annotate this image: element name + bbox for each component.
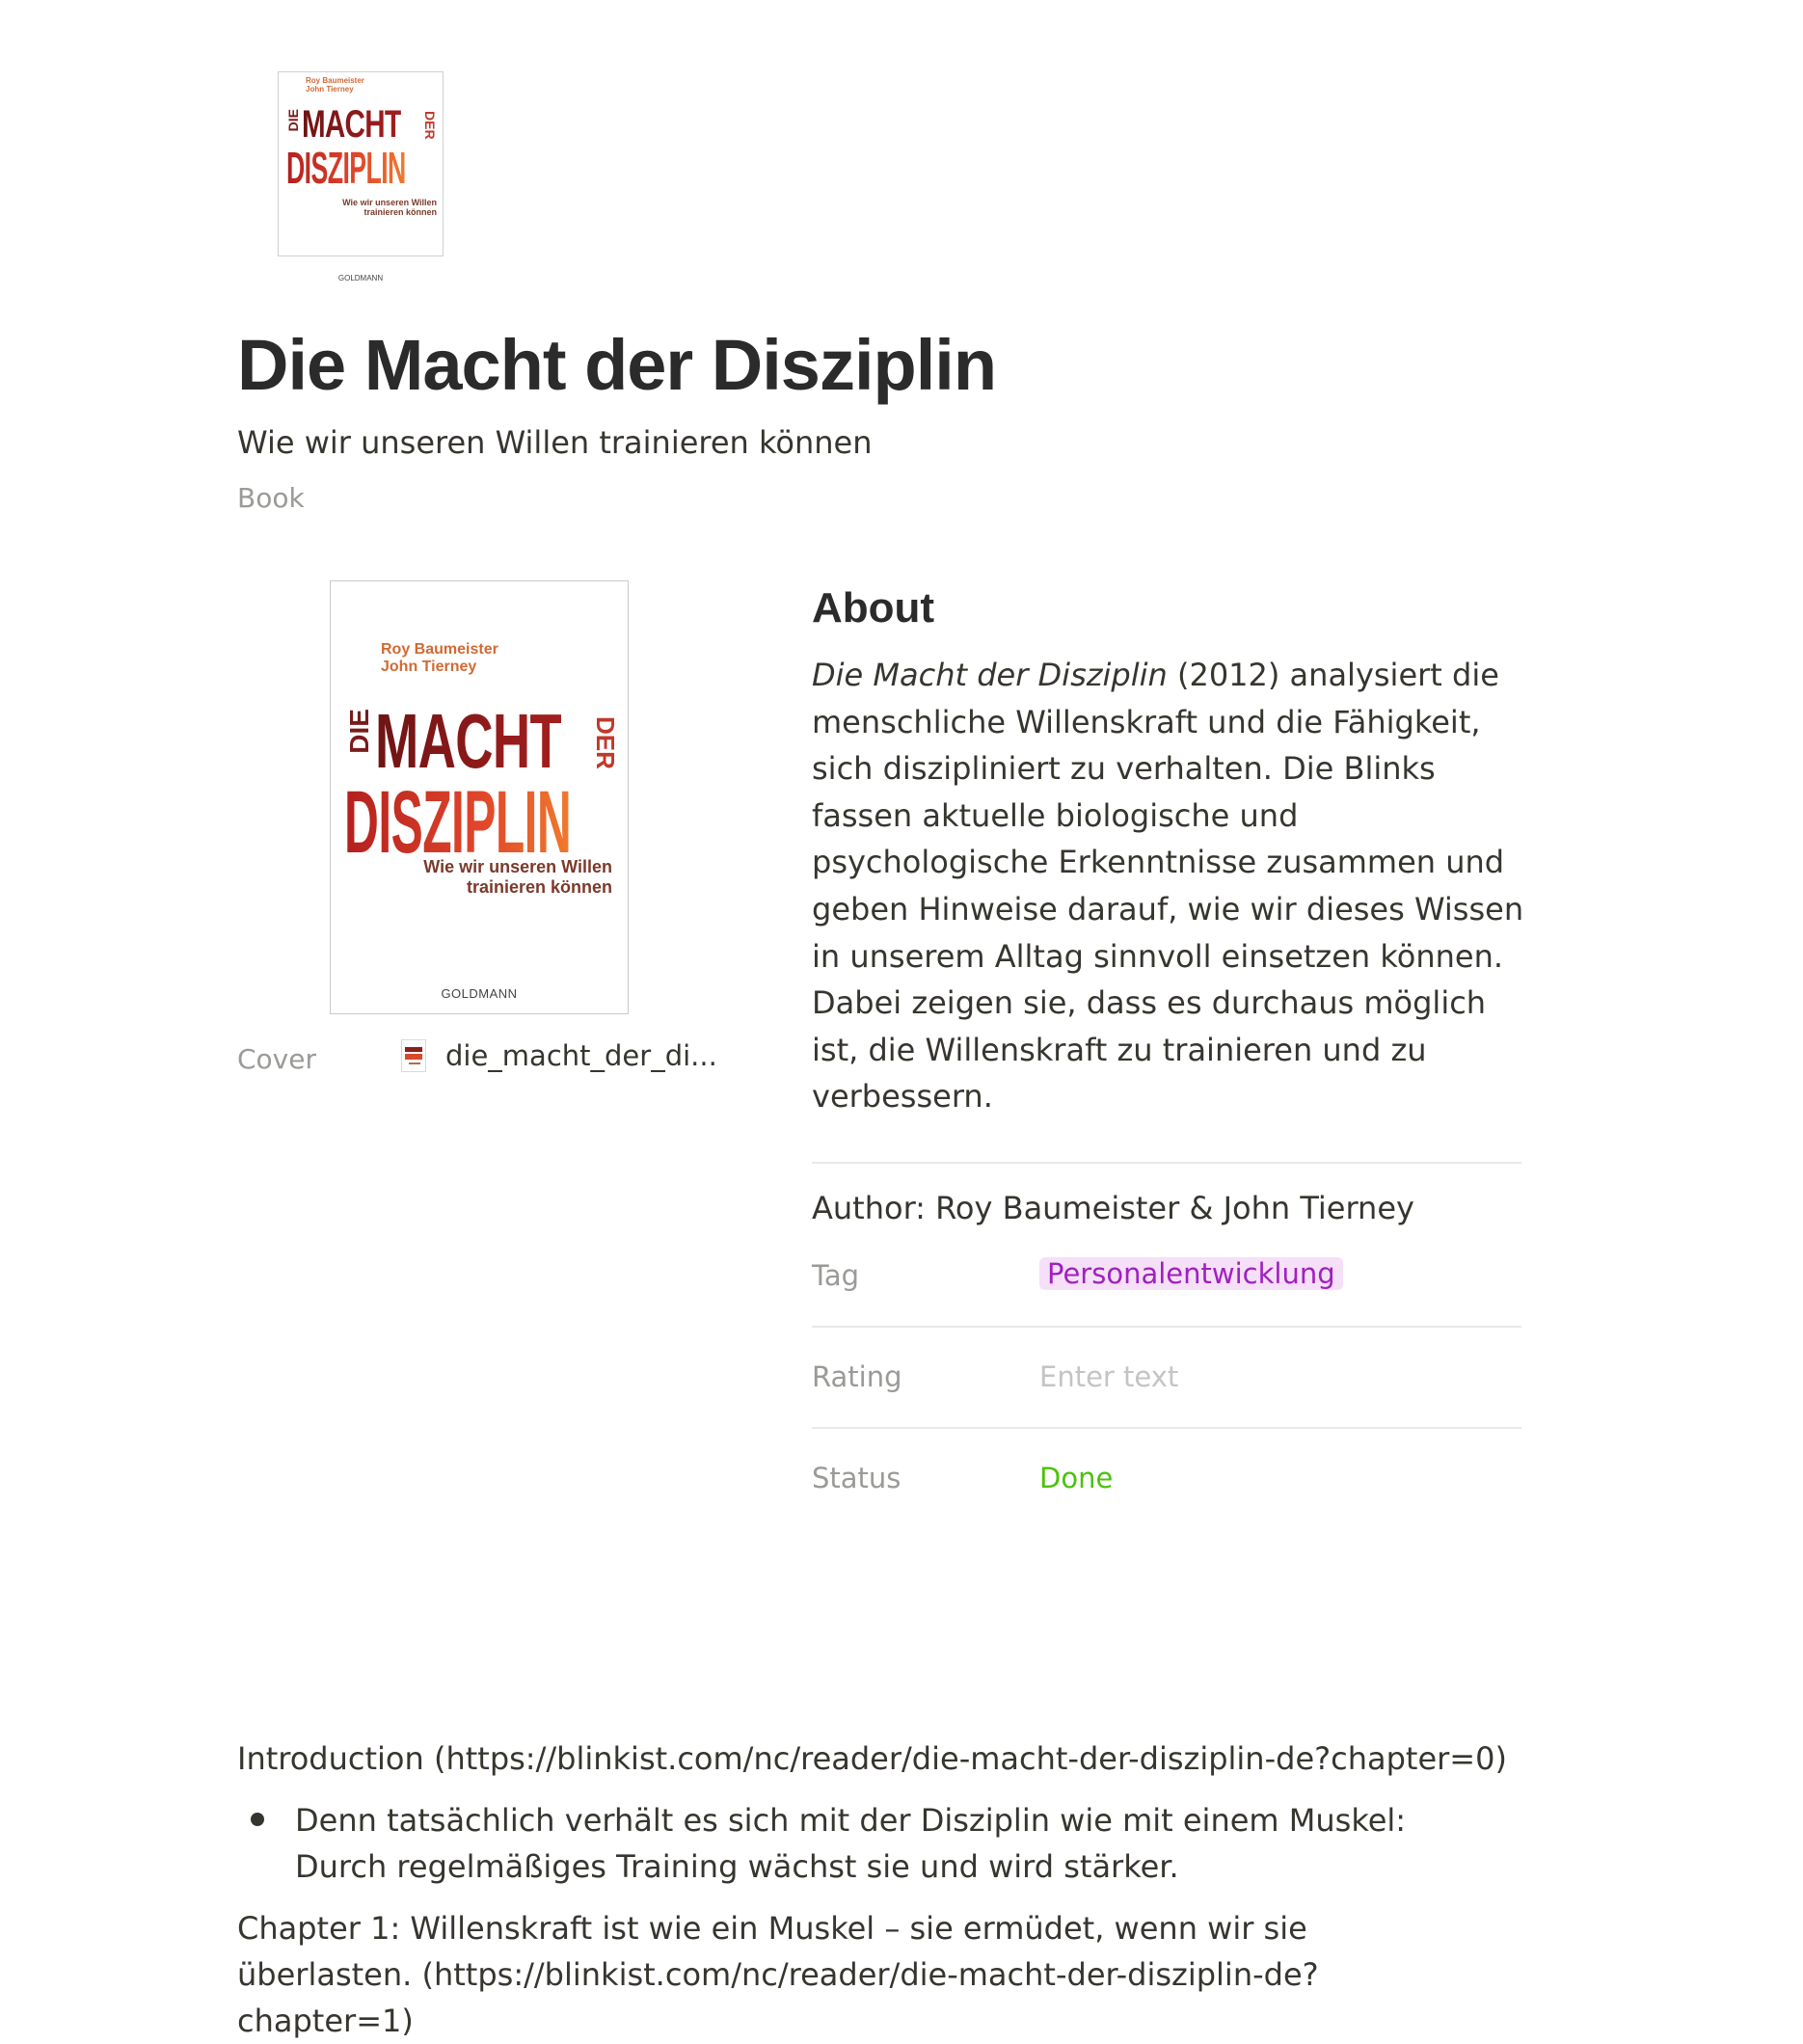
cover-file-attachment[interactable]: die_macht_der_di... [401, 1039, 717, 1072]
cover-word-disziplin: DISZIPLIN [286, 143, 406, 193]
page-icon-book-cover[interactable]: Roy Baumeister John Tierney DIE MACHT DE… [274, 42, 447, 289]
notion-page: Roy Baumeister John Tierney DIE MACHT DE… [0, 0, 1803, 2039]
divider [812, 1162, 1521, 1164]
cover-publisher-large: GOLDMANN [441, 986, 518, 1001]
tag-property-value[interactable]: Personalentwicklung [1039, 1257, 1343, 1290]
page-title[interactable]: Die Macht der Disziplin [237, 324, 997, 406]
cover-word-die: DIE [285, 109, 301, 132]
cover-word-der: DER [422, 111, 438, 140]
author-property[interactable]: Author: Roy Baumeister & John Tierney [812, 1190, 1414, 1226]
rating-property-label: Rating [812, 1360, 902, 1393]
cover-word-macht: MACHT [302, 103, 402, 146]
file-thumbnail-icon [401, 1039, 426, 1072]
about-body: (2012) analysiert die menschliche Willen… [812, 657, 1524, 1116]
cover-file-name: die_macht_der_di... [445, 1039, 717, 1072]
cover-word-die-large: DIE [344, 709, 374, 754]
cover-authors: Roy Baumeister John Tierney [306, 76, 364, 94]
page-subtitle[interactable]: Wie wir unseren Willen trainieren können [237, 424, 873, 461]
introduction-link-text[interactable]: Introduction (https://blinkist.com/nc/re… [237, 1735, 1568, 1782]
about-description[interactable]: Die Macht der Disziplin (2012) analysier… [812, 652, 1525, 1120]
cover-tagline: Wie wir unseren Willen trainieren können [342, 198, 437, 218]
tag-property-label: Tag [812, 1259, 860, 1292]
cover-authors-large: Roy Baumeister John Tierney [381, 641, 498, 676]
status-property-label: Status [812, 1462, 902, 1494]
cover-word-der-large: DER [591, 716, 620, 769]
divider [812, 1326, 1521, 1328]
status-property-value[interactable]: Done [1039, 1462, 1113, 1494]
about-heading: About [812, 584, 935, 632]
cover-word-disziplin-large: DISZIPLIN [344, 773, 572, 872]
cover-tagline-large: Wie wir unseren Willen trainieren können [423, 857, 612, 897]
bullet-item-text[interactable]: Denn tatsächlich verhält es sich mit der… [295, 1797, 1452, 1890]
tag-pill-personalentwicklung[interactable]: Personalentwicklung [1039, 1257, 1343, 1290]
bullet-marker [251, 1813, 264, 1826]
cover-image[interactable]: Roy Baumeister John Tierney DIE MACHT DE… [330, 580, 629, 1014]
chapter-1-link-text[interactable]: Chapter 1: Willenskraft ist wie ein Musk… [237, 1905, 1433, 2044]
book-cover-art: Roy Baumeister John Tierney DIE MACHT DE… [278, 71, 444, 256]
rating-property-input[interactable]: Enter text [1039, 1360, 1178, 1393]
book-cover-art-large: Roy Baumeister John Tierney DIE MACHT DE… [330, 580, 629, 1014]
about-book-title: Die Macht der Disziplin [812, 657, 1168, 693]
cover-publisher-small: GOLDMANN [337, 274, 384, 282]
cover-property-label: Cover [237, 1043, 316, 1075]
cover-word-macht-large: MACHT [375, 698, 562, 784]
divider [812, 1427, 1521, 1429]
page-type-label: Book [237, 482, 305, 514]
